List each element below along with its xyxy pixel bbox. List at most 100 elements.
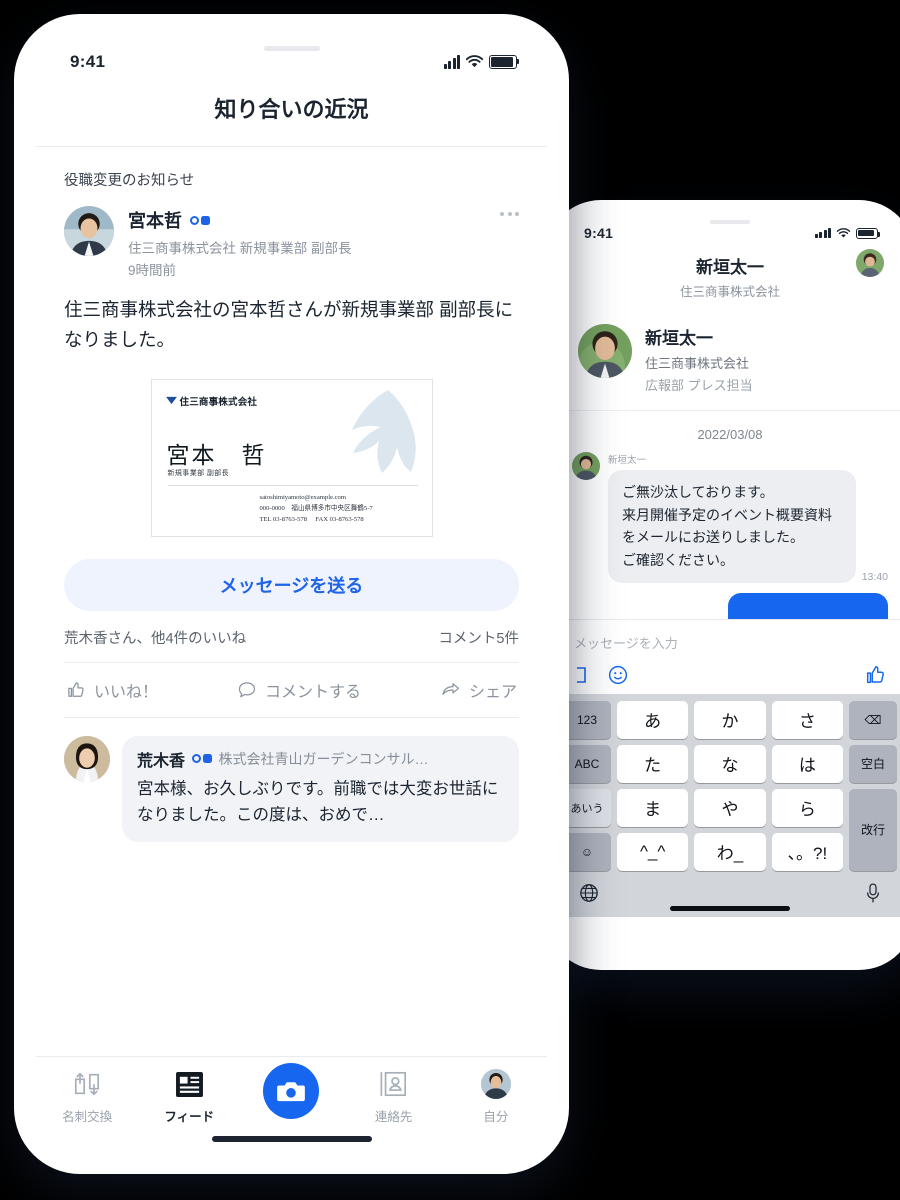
card-contact-block: satoshimiyamoto@example.com 000-0000 福山県… [260, 492, 373, 525]
feed-list: 役職変更のお知らせ 宮本哲 住三商事株式会社 新規事業部 副部長 9時間前 住三… [36, 147, 547, 1085]
tab-feed[interactable]: フィード [146, 1069, 232, 1125]
chat-nav-subtitle: 住三商事株式会社 [679, 285, 780, 299]
profile-name: 新垣太一 [645, 329, 713, 348]
avatar-face-icon [856, 249, 884, 277]
feed-screen: 9:41 知り合いの近況 役職変更のお知らせ 宮本哲 住三商事株式会社 新規事業… [36, 36, 547, 1152]
key-た[interactable]: た [617, 744, 689, 783]
avatar-face-icon [578, 324, 632, 378]
key-ら[interactable]: ら [771, 788, 843, 827]
thumbs-up-icon[interactable] [864, 664, 886, 686]
emoji-icon[interactable] [608, 665, 628, 685]
chat-profile-card: 新垣太一 住三商事株式会社 広報部 プレス担当 [558, 310, 900, 411]
status-icons [814, 227, 881, 239]
share-icon [442, 683, 460, 695]
feed-post: 役職変更のお知らせ 宮本哲 住三商事株式会社 新規事業部 副部長 9時間前 住三… [36, 147, 547, 537]
profile-avatar-icon [480, 1069, 511, 1099]
phone-right: 9:41 新垣太一 住三商事株式会社 新垣太一 住三商事株式会社 広報部 プレス… [545, 200, 900, 970]
tab-profile[interactable]: 自分 [453, 1069, 539, 1125]
tab-label: 自分 [483, 1110, 509, 1124]
key-改行[interactable]: 改行 [849, 788, 897, 871]
microphone-icon[interactable] [865, 882, 881, 904]
post-body-text: 住三商事株式会社の宮本哲さんが新規事業部 副部長になりました。 [64, 299, 514, 350]
cellular-signal-icon [443, 55, 460, 69]
message-avatar[interactable] [572, 452, 600, 480]
battery-icon [856, 227, 881, 239]
more-options-icon[interactable] [500, 212, 519, 216]
key-、。?![interactable]: 、。?! [771, 832, 843, 871]
like-button[interactable]: いいね！ [66, 678, 158, 702]
key-あ[interactable]: あ [617, 700, 689, 739]
key-や[interactable]: や [694, 788, 766, 827]
key-123[interactable]: 123 [563, 700, 611, 739]
input-tools-left [574, 665, 628, 685]
chat-thread: 2022/03/08 新垣太一 ご無沙汰しております。 来月開催予定のイベント概… [558, 411, 900, 619]
card-company: 住三商事株式会社 [179, 396, 258, 408]
key-さ[interactable]: さ [771, 700, 843, 739]
message-input[interactable]: メッセージを入力 [574, 630, 886, 664]
message-bubble: ご無沙汰しております。 来月開催予定のイベント概要資料をメールにお送りしました。… [608, 470, 856, 583]
profile-company: 住三商事株式会社 [645, 356, 750, 371]
post-comment: 荒木香 株式会社青山ガーデンコンサル… 宮本様、お久しぶりです。前職では大変お世… [36, 718, 547, 842]
status-time: 9:41 [70, 52, 106, 71]
bird-logo-icon [351, 389, 416, 473]
card-fax: FAX 03-8763-578 [315, 516, 364, 524]
key-な[interactable]: な [694, 744, 766, 783]
comment-bubble: 荒木香 株式会社青山ガーデンコンサル… 宮本様、お久しぶりです。前職では大変お世… [122, 735, 519, 842]
key-あいう[interactable]: あいう [563, 788, 611, 827]
feed-icon [175, 1069, 203, 1099]
send-message-button[interactable]: メッセージを送る [64, 558, 519, 611]
author-avatar[interactable] [64, 206, 114, 256]
wifi-icon [836, 227, 851, 238]
home-indicator [670, 905, 790, 911]
chat-date-divider: 2022/03/08 [697, 427, 763, 442]
card-name: 宮本 哲 [166, 441, 267, 468]
key-☺[interactable]: ☺ [563, 832, 611, 871]
outgoing-message-bubble [728, 592, 888, 619]
share-button[interactable]: シェア [440, 678, 517, 702]
profile-department: 広報部 プレス担当 [645, 378, 753, 393]
key-は[interactable]: は [771, 744, 843, 783]
key-わ_[interactable]: わ_ [694, 832, 766, 871]
chat-nav-avatar[interactable] [856, 249, 884, 277]
post-stats: 荒木香さん、他4件のいいね コメント5件 [36, 611, 547, 662]
company-mark-icon [165, 397, 177, 405]
key-空白[interactable]: 空白 [849, 744, 897, 783]
status-icons [443, 55, 520, 69]
thumbs-up-icon [68, 682, 84, 697]
comment-button[interactable]: コメントする [237, 678, 361, 702]
avatar-face-icon [64, 206, 114, 256]
key-ABC[interactable]: ABC [563, 744, 611, 783]
profile-avatar[interactable] [578, 324, 632, 378]
cellular-signal-icon [814, 228, 831, 238]
key-⌫[interactable]: ⌫ [849, 700, 897, 739]
message-column: 新垣太一 ご無沙汰しております。 来月開催予定のイベント概要資料をメールにお送り… [608, 452, 888, 619]
key-ま[interactable]: ま [617, 788, 689, 827]
japanese-keyboard: 123 あかさ ⌫ ABC たなは空白あいうまやら改行 ☺ ^_^ わ_、。?! [558, 693, 900, 917]
chat-nav-title: 新垣太一 [696, 258, 764, 277]
author-name-row: 宮本哲 [128, 207, 519, 233]
attachment-icon[interactable] [574, 666, 588, 684]
comments-count[interactable]: コメント5件 [438, 627, 519, 648]
camera-icon[interactable] [263, 1063, 320, 1119]
message-input-bar: メッセージを入力 [558, 618, 900, 694]
profile-text: 新垣太一 住三商事株式会社 広報部 プレス担当 [645, 324, 753, 394]
globe-icon[interactable] [579, 883, 599, 903]
tab-card-exchange[interactable]: 名刺交換 [44, 1069, 130, 1125]
likes-summary[interactable]: 荒木香さん、他4件のいいね [64, 627, 246, 648]
wifi-icon [465, 55, 484, 68]
tab-label: フィード [164, 1110, 215, 1124]
commenter-avatar[interactable] [64, 735, 110, 782]
like-label: いいね！ [94, 683, 159, 701]
avatar [480, 1069, 511, 1099]
business-card-image[interactable]: 住三商事株式会社 宮本 哲 新規事業部 副部長 satoshimiyamoto@… [150, 378, 433, 537]
card-exchange-icon [72, 1069, 102, 1099]
avatar-face-icon [480, 1069, 511, 1099]
tab-camera[interactable] [248, 1063, 334, 1126]
tab-contacts[interactable]: 連絡先 [351, 1069, 437, 1125]
key-^_^[interactable]: ^_^ [617, 832, 689, 871]
key-か[interactable]: か [694, 700, 766, 739]
tab-label: 連絡先 [374, 1110, 413, 1124]
card-divider [167, 484, 418, 486]
card-company-row: 住三商事株式会社 [165, 394, 258, 408]
card-phone-row: TEL 03-8763-578 FAX 03-8763-578 [260, 514, 373, 525]
